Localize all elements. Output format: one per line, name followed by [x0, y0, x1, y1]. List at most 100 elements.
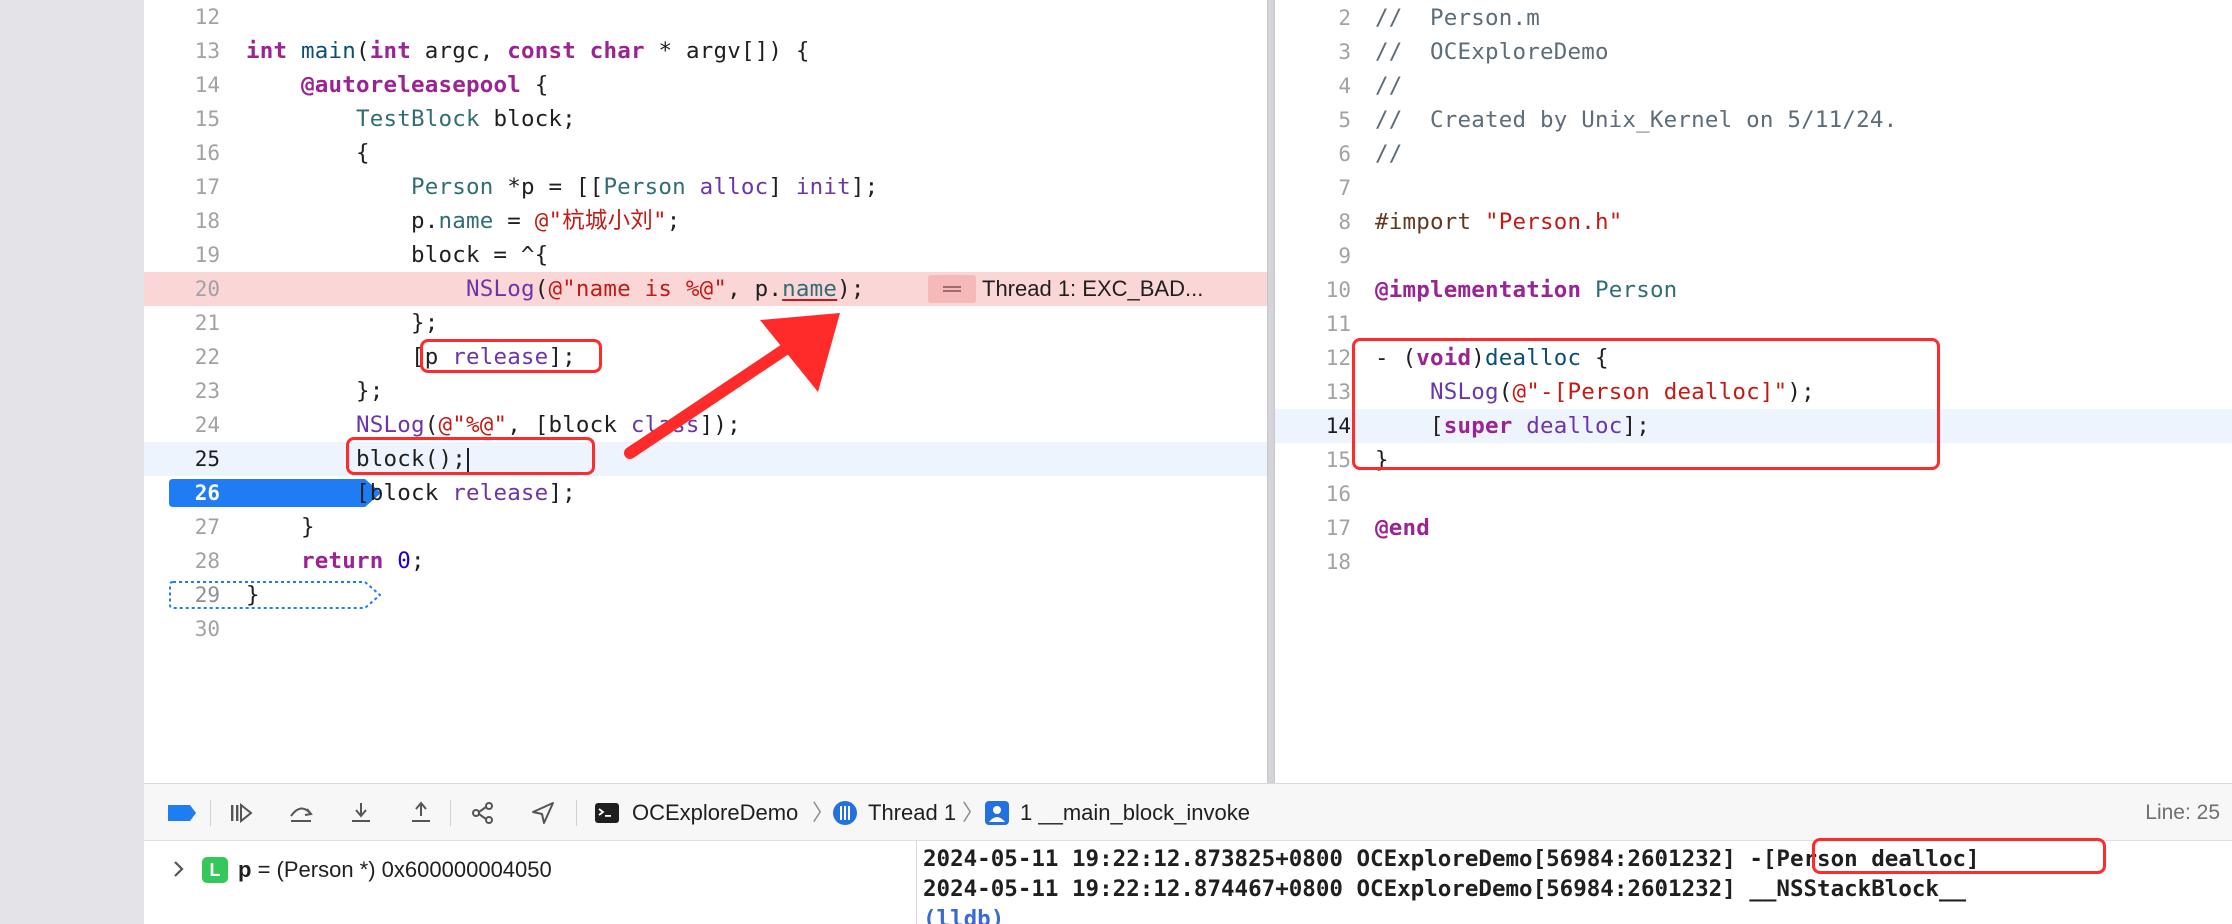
line-number: 19	[194, 243, 220, 267]
code-line[interactable]: 22 [p release];	[144, 340, 1267, 374]
code-line[interactable]: 11	[1275, 307, 2232, 341]
code-text[interactable]: @end	[1375, 511, 1430, 545]
code-text[interactable]: //	[1375, 137, 1403, 171]
code-line[interactable]: 16 {	[144, 136, 1267, 170]
line-number: 17	[1325, 516, 1351, 540]
code-line[interactable]: 15 TestBlock block;	[144, 102, 1267, 136]
line-number: 6	[1338, 142, 1351, 166]
code-line[interactable]: 17 Person *p = [[Person alloc] init];	[144, 170, 1267, 204]
code-text[interactable]: {	[246, 136, 370, 170]
code-text[interactable]: block();	[246, 442, 469, 476]
breakpoints-toggle-icon[interactable]	[166, 800, 198, 826]
editor-main-m[interactable]: 12 13 int main(int argc, const char * argv…	[144, 0, 1267, 783]
line-number: 12	[194, 5, 220, 29]
breadcrumb-thread[interactable]: Thread 1	[868, 784, 956, 842]
code-text[interactable]: [p release];	[246, 340, 576, 374]
breadcrumb-frame[interactable]: 1 __main_block_invoke	[1020, 784, 1250, 842]
lldb-prompt[interactable]: (lldb)	[923, 904, 1004, 924]
code-line[interactable]: 20 NSLog(@"name is %@", p.name); Thread 1…	[144, 272, 1267, 306]
code-line[interactable]: 6 //	[1275, 137, 2232, 171]
breadcrumb-project[interactable]: OCExploreDemo	[632, 784, 798, 842]
code-line[interactable]: 21 };	[144, 306, 1267, 340]
line-number: 28	[194, 549, 220, 573]
code-text[interactable]: //	[1375, 69, 1403, 103]
code-line[interactable]: 28 return 0;	[144, 544, 1267, 578]
line-number: 4	[1338, 74, 1351, 98]
code-text[interactable]: @autoreleasepool {	[246, 68, 548, 102]
view-debugger-icon[interactable]	[470, 800, 496, 826]
line-number: 14	[194, 73, 220, 97]
continue-icon[interactable]	[228, 800, 254, 826]
code-text[interactable]: };	[246, 306, 438, 340]
code-line[interactable]: 2 // Person.m	[1275, 1, 2232, 35]
code-text[interactable]: NSLog(@"-[Person dealloc]");	[1375, 375, 1815, 409]
code-line[interactable]: 12 - (void)dealloc {	[1275, 341, 2232, 375]
error-annotation[interactable]: Thread 1: EXC_BAD...	[982, 275, 1203, 303]
line-number: 13	[1325, 380, 1351, 404]
code-line[interactable]: 13 NSLog(@"-[Person dealloc]");	[1275, 375, 2232, 409]
console-line: 2024-05-11 19:22:12.873825+0800 OCExplor…	[923, 846, 1980, 872]
code-text[interactable]: TestBlock block;	[246, 102, 576, 136]
breadcrumb-chevron-icon: 〉	[962, 800, 985, 825]
disclosure-chevron-icon[interactable]	[172, 859, 186, 879]
editor-person-m[interactable]: 2 // Person.m 3 // OCExploreDemo 4 // 5 // Crea…	[1275, 0, 2232, 783]
code-text[interactable]: // Person.m	[1375, 1, 1540, 35]
code-line[interactable]: 17 @end	[1275, 511, 2232, 545]
step-over-icon[interactable]	[288, 800, 314, 826]
code-text[interactable]: }	[1375, 443, 1389, 477]
code-line[interactable]: 10 @implementation Person	[1275, 273, 2232, 307]
breadcrumb-chevron-icon: 〉	[812, 800, 835, 825]
code-text[interactable]: [block release];	[246, 476, 576, 510]
variable-name: p	[238, 857, 252, 882]
variable-row[interactable]: p = (Person *) 0x600000004050	[238, 855, 552, 885]
code-line[interactable]: 3 // OCExploreDemo	[1275, 35, 2232, 69]
code-line[interactable]: 27 }	[144, 510, 1267, 544]
code-text[interactable]: NSLog(@"name is %@", p.name);	[246, 272, 865, 306]
code-line[interactable]: 14 [super dealloc];	[1275, 409, 2232, 443]
code-text[interactable]: block = ^{	[246, 238, 548, 272]
code-text[interactable]: };	[246, 374, 383, 408]
code-text[interactable]: [super dealloc];	[1375, 409, 1650, 443]
code-line[interactable]: 14 @autoreleasepool {	[144, 68, 1267, 102]
line-number: 2	[1338, 6, 1351, 30]
code-line[interactable]: 4 //	[1275, 69, 2232, 103]
code-text[interactable]: - (void)dealloc {	[1375, 341, 1609, 375]
debug-console[interactable]: 2024-05-11 19:22:12.873825+0800 OCExplor…	[916, 841, 2232, 924]
error-menu-icon[interactable]	[928, 275, 976, 303]
code-line[interactable]: 18 p.name = @"杭城小刘";	[144, 204, 1267, 238]
code-line[interactable]: 15}	[1275, 443, 2232, 477]
code-line[interactable]: 8 #import "Person.h"	[1275, 205, 2232, 239]
code-line[interactable]: 23 };	[144, 374, 1267, 408]
code-line[interactable]: 7	[1275, 171, 2232, 205]
code-text[interactable]: NSLog(@"%@", [block class]);	[246, 408, 741, 442]
code-text[interactable]: Person *p = [[Person alloc] init];	[246, 170, 878, 204]
code-line[interactable]: 5 // Created by Unix_Kernel on 5/11/24.	[1275, 103, 2232, 137]
code-text[interactable]: // Created by Unix_Kernel on 5/11/24.	[1375, 103, 1897, 137]
line-number: 3	[1338, 40, 1351, 64]
code-line[interactable]: 18	[1275, 545, 2232, 579]
code-line[interactable]: 30	[144, 612, 1267, 646]
code-text[interactable]: @implementation Person	[1375, 273, 1677, 307]
code-text[interactable]: }	[246, 510, 315, 544]
code-line[interactable]: 13 int main(int argc, const char * argv[]…	[144, 34, 1267, 68]
step-into-icon[interactable]	[348, 800, 374, 826]
code-line[interactable]: 26 [block release];	[144, 476, 1267, 510]
simulate-location-icon[interactable]	[530, 800, 556, 826]
code-text[interactable]: int main(int argc, const char * argv[]) …	[246, 34, 810, 68]
code-line[interactable]: 16	[1275, 477, 2232, 511]
code-text[interactable]: #import "Person.h"	[1375, 205, 1622, 239]
code-line[interactable]: 12	[144, 0, 1267, 34]
code-line[interactable]: 9	[1275, 239, 2232, 273]
step-out-icon[interactable]	[408, 800, 434, 826]
code-text[interactable]: return 0;	[246, 544, 425, 578]
debug-toolbar: OCExploreDemo 〉 Thread 1 〉 1 __main_bloc…	[144, 783, 2232, 841]
code-line[interactable]: 29}	[144, 578, 1267, 612]
code-text[interactable]: p.name = @"杭城小刘";	[246, 204, 681, 238]
code-line[interactable]: 24 NSLog(@"%@", [block class]);	[144, 408, 1267, 442]
code-line[interactable]: 19 block = ^{	[144, 238, 1267, 272]
editor-split-divider[interactable]	[1267, 0, 1275, 783]
line-number: 26	[194, 481, 220, 505]
code-text[interactable]: // OCExploreDemo	[1375, 35, 1609, 69]
code-line[interactable]: 25 block();	[144, 442, 1267, 476]
code-text[interactable]: }	[246, 578, 260, 612]
